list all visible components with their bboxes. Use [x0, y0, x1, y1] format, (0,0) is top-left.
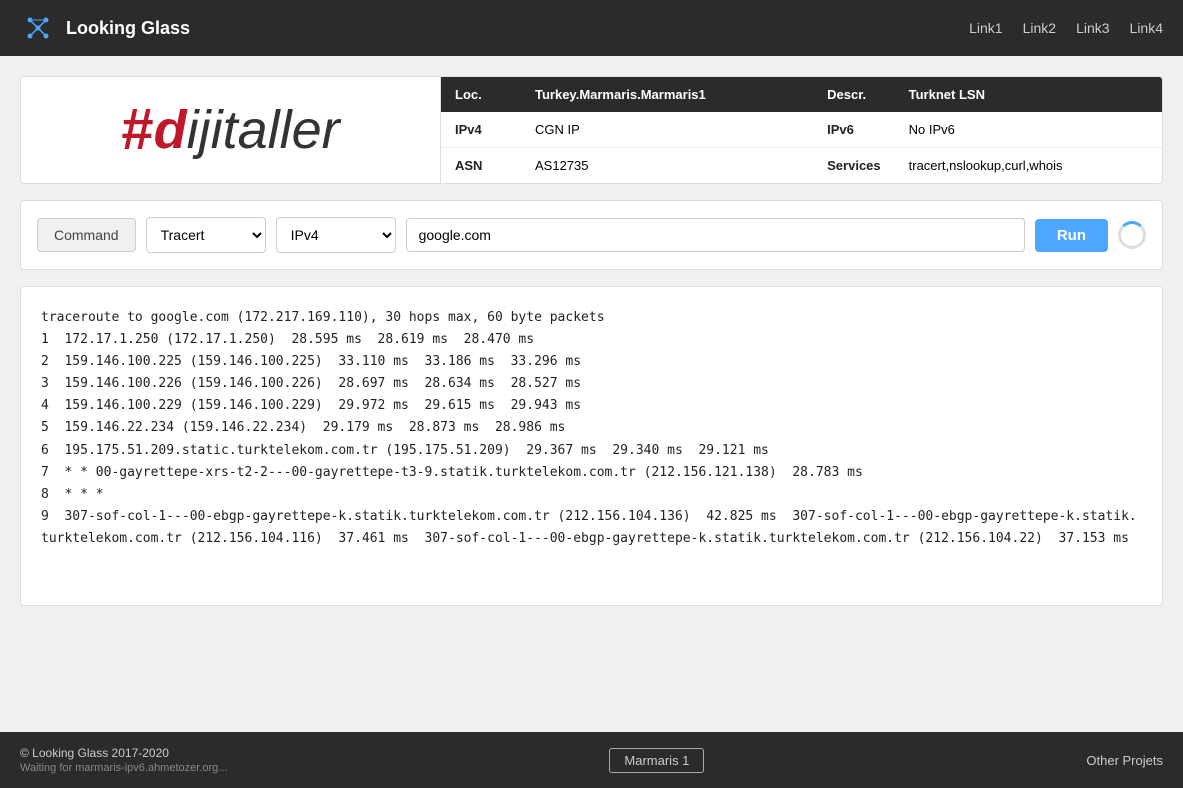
command-bar: Command Tracert NSLookup Curl Whois IPv4…	[20, 200, 1163, 270]
table-row-ipv4: IPv4 CGN IP IPv6 No IPv6	[441, 112, 1162, 148]
footer-waiting: Waiting for marmaris-ipv6.ahmetozer.org.…	[20, 762, 227, 774]
asn-label: ASN	[441, 148, 521, 184]
header-link-4[interactable]: Link4	[1130, 20, 1163, 36]
header-link-3[interactable]: Link3	[1076, 20, 1109, 36]
run-button[interactable]: Run	[1035, 219, 1108, 252]
header-title: Looking Glass	[66, 18, 190, 39]
output-box: traceroute to google.com (172.217.169.11…	[20, 286, 1163, 606]
info-table: Loc. Turkey.Marmaris.Marmaris1 Descr. Tu…	[441, 77, 1162, 183]
col-loc: Loc.	[441, 77, 521, 112]
ipv4-val: CGN IP	[521, 112, 813, 148]
logo-icon	[20, 10, 56, 46]
asn-val: AS12735	[521, 148, 813, 184]
target-input[interactable]	[406, 218, 1025, 252]
col-descr-val: Turknet LSN	[895, 77, 1162, 112]
col-descr: Descr.	[813, 77, 895, 112]
header-link-2[interactable]: Link2	[1023, 20, 1056, 36]
proto-select[interactable]: IPv4 IPv6	[276, 217, 396, 253]
footer-other-projects[interactable]: Other Projets	[1086, 753, 1163, 768]
table-row-asn: ASN AS12735 Services tracert,nslookup,cu…	[441, 148, 1162, 184]
main-content: #dijitaller Loc. Turkey.Marmaris.Marmari…	[0, 56, 1183, 732]
footer-badge[interactable]: Marmaris 1	[609, 748, 704, 773]
footer-copyright: © Looking Glass 2017-2020	[20, 746, 227, 760]
header-nav: Link1 Link2 Link3 Link4	[969, 20, 1163, 36]
header-logo: Looking Glass	[20, 10, 190, 46]
footer: © Looking Glass 2017-2020 Waiting for ma…	[0, 732, 1183, 788]
footer-left: © Looking Glass 2017-2020 Waiting for ma…	[20, 746, 227, 774]
col-location-val: Turkey.Marmaris.Marmaris1	[521, 77, 813, 112]
brand-logo: #dijitaller	[121, 101, 339, 159]
command-label: Command	[37, 218, 136, 252]
services-val: tracert,nslookup,curl,whois	[895, 148, 1162, 184]
loading-spinner	[1118, 221, 1146, 249]
command-select[interactable]: Tracert NSLookup Curl Whois	[146, 217, 266, 253]
ipv6-label: IPv6	[813, 112, 895, 148]
info-card: #dijitaller Loc. Turkey.Marmaris.Marmari…	[20, 76, 1163, 184]
header: Looking Glass Link1 Link2 Link3 Link4	[0, 0, 1183, 56]
info-logo-area: #dijitaller	[21, 77, 441, 183]
services-label: Services	[813, 148, 895, 184]
ipv4-label: IPv4	[441, 112, 521, 148]
header-link-1[interactable]: Link1	[969, 20, 1002, 36]
ipv6-val: No IPv6	[895, 112, 1162, 148]
